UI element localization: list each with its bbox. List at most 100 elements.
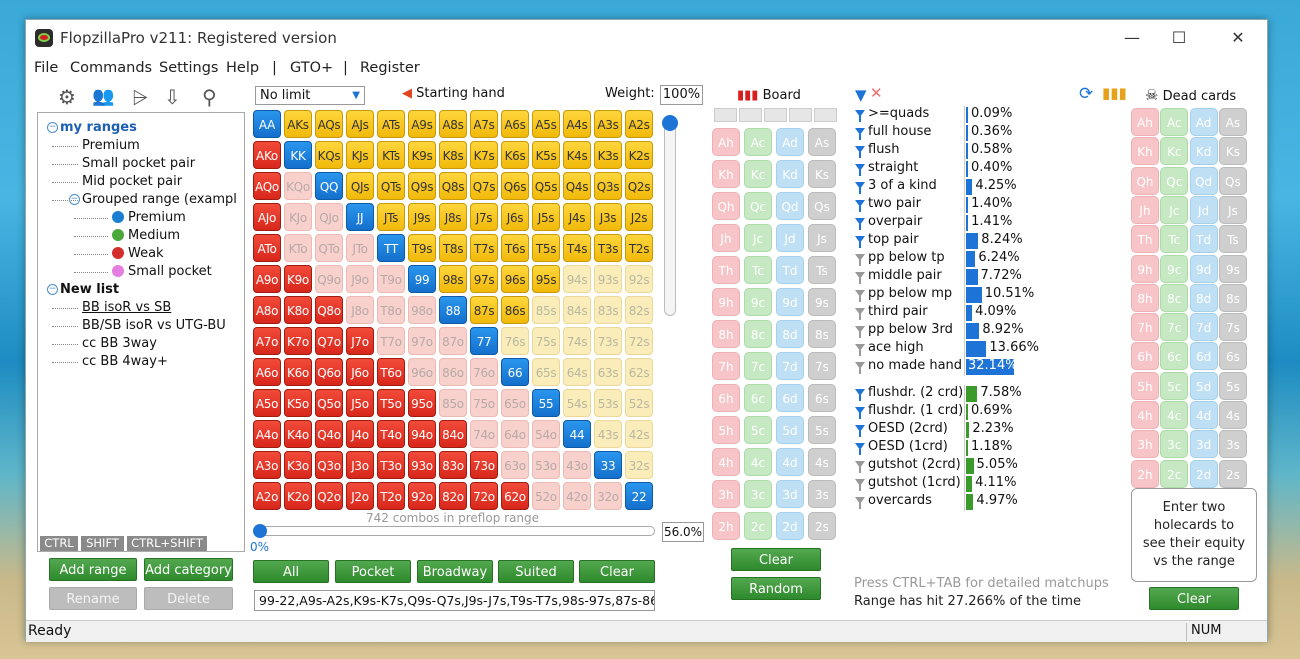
limit-select[interactable]: No limit ▼ bbox=[255, 86, 365, 105]
hand-cell[interactable]: T4s bbox=[563, 234, 591, 262]
hand-cell[interactable]: 44 bbox=[563, 420, 591, 448]
card-6s[interactable]: 6s bbox=[808, 384, 836, 412]
hand-cell[interactable]: 96s bbox=[501, 265, 529, 293]
filter-icon[interactable] bbox=[855, 479, 865, 491]
tree-item[interactable]: Medium bbox=[38, 227, 244, 245]
stat-row[interactable]: OESD (2crd) 2.23% bbox=[852, 421, 1052, 439]
stat-row[interactable]: no made hand 32.14% bbox=[852, 358, 1052, 376]
maximize-button[interactable]: ☐ bbox=[1164, 26, 1194, 50]
hand-cell[interactable]: A6o bbox=[253, 358, 281, 386]
clear-board-button[interactable]: Clear bbox=[731, 548, 821, 571]
hand-cell[interactable]: 87s bbox=[470, 296, 498, 324]
hand-cell[interactable]: 55 bbox=[532, 389, 560, 417]
card-Qc[interactable]: Qc bbox=[744, 192, 772, 220]
filter-icon[interactable] bbox=[855, 164, 865, 176]
suited-button[interactable]: Suited bbox=[498, 560, 574, 583]
tree-item[interactable]: Mid pocket pair bbox=[38, 173, 244, 191]
hand-cell[interactable]: 93o bbox=[408, 451, 436, 479]
card-3c[interactable]: 3c bbox=[1160, 430, 1189, 459]
hand-cell[interactable]: A4o bbox=[253, 420, 281, 448]
hand-cell[interactable]: T6o bbox=[377, 358, 405, 386]
card-2d[interactable]: 2d bbox=[1189, 459, 1218, 488]
card-9s[interactable]: 9s bbox=[1218, 254, 1247, 283]
hand-cell[interactable]: 72s bbox=[625, 327, 653, 355]
card-7c[interactable]: 7c bbox=[1160, 313, 1189, 342]
stat-row[interactable]: third pair 4.09% bbox=[852, 304, 1052, 322]
hand-cell[interactable]: 92s bbox=[625, 265, 653, 293]
stat-row[interactable]: flush 0.58% bbox=[852, 142, 1052, 160]
menu-help[interactable]: Help bbox=[226, 60, 259, 76]
card-4s[interactable]: 4s bbox=[1218, 401, 1247, 429]
card-6c[interactable]: 6c bbox=[1160, 342, 1189, 371]
card-Ad[interactable]: Ad bbox=[776, 128, 804, 156]
card-Jh[interactable]: Jh bbox=[1131, 195, 1159, 224]
hand-cell[interactable]: K3o bbox=[284, 451, 312, 479]
hand-cell[interactable]: Q3o bbox=[315, 451, 343, 479]
stat-row[interactable]: 3 of a kind 4.25% bbox=[852, 178, 1052, 196]
hand-cell[interactable]: K6s bbox=[501, 141, 529, 169]
hand-cell[interactable]: QJs bbox=[346, 172, 374, 200]
weight-slider-track[interactable] bbox=[664, 116, 676, 316]
hand-cell[interactable]: 98s bbox=[439, 265, 467, 293]
filter-icon[interactable] bbox=[855, 290, 865, 302]
card-2c[interactable]: 2c bbox=[1160, 459, 1189, 488]
tree-item[interactable]: Weak bbox=[38, 245, 244, 263]
gear-icon[interactable]: ⚙ bbox=[58, 86, 76, 108]
filter-icon[interactable]: ▼ bbox=[855, 86, 867, 104]
card-2d[interactable]: 2d bbox=[776, 512, 804, 540]
card-Js[interactable]: Js bbox=[1218, 195, 1247, 224]
hand-cell[interactable]: 82s bbox=[625, 296, 653, 324]
hand-cell[interactable]: KTo bbox=[284, 234, 312, 262]
hand-cell[interactable]: 62s bbox=[625, 358, 653, 386]
filter-icon[interactable] bbox=[855, 218, 865, 230]
hand-cell[interactable]: T7o bbox=[377, 327, 405, 355]
card-Tc[interactable]: Tc bbox=[1160, 225, 1189, 254]
hand-cell[interactable]: 83s bbox=[594, 296, 622, 324]
hand-cell[interactable]: T9o bbox=[377, 265, 405, 293]
hand-cell[interactable]: 86o bbox=[439, 358, 467, 386]
hand-cell[interactable]: 22 bbox=[625, 482, 653, 510]
hand-cell[interactable]: T8o bbox=[377, 296, 405, 324]
card-Qh[interactable]: Qh bbox=[712, 192, 740, 220]
range-slider-handle[interactable] bbox=[253, 524, 267, 538]
tree-item[interactable]: Premium bbox=[38, 137, 244, 155]
filter-icon[interactable] bbox=[855, 389, 865, 401]
rename-button[interactable]: Rename bbox=[49, 587, 137, 610]
pocket-button[interactable]: Pocket bbox=[335, 560, 411, 583]
hand-cell[interactable]: J6o bbox=[346, 358, 374, 386]
add-category-button[interactable]: Add category bbox=[144, 558, 233, 581]
stat-row[interactable]: two pair 1.40% bbox=[852, 196, 1052, 214]
hand-cell[interactable]: 84s bbox=[563, 296, 591, 324]
card-3h[interactable]: 3h bbox=[712, 480, 740, 508]
card-8h[interactable]: 8h bbox=[1131, 283, 1159, 312]
hand-cell[interactable]: J9s bbox=[408, 203, 436, 231]
hand-cell[interactable]: K2o bbox=[284, 482, 312, 510]
hand-cell[interactable]: J6s bbox=[501, 203, 529, 231]
hand-cell[interactable]: 76o bbox=[470, 358, 498, 386]
stat-row[interactable]: >=quads 0.09% bbox=[852, 106, 1052, 124]
card-3c[interactable]: 3c bbox=[744, 480, 772, 508]
stat-row[interactable]: pp below tp 6.24% bbox=[852, 250, 1052, 268]
hand-cell[interactable]: 93s bbox=[594, 265, 622, 293]
hand-cell[interactable]: J2o bbox=[346, 482, 374, 510]
card-5s[interactable]: 5s bbox=[808, 416, 836, 444]
card-5c[interactable]: 5c bbox=[744, 416, 772, 444]
tree-item[interactable]: BB isoR vs SB bbox=[38, 299, 244, 317]
hand-cell[interactable]: 95s bbox=[532, 265, 560, 293]
clear-range-button[interactable]: Clear bbox=[579, 560, 655, 583]
weight-input[interactable]: 100% bbox=[660, 85, 703, 105]
card-8c[interactable]: 8c bbox=[1160, 283, 1189, 312]
card-Kd[interactable]: Kd bbox=[1189, 137, 1218, 166]
hand-cell[interactable]: JJ bbox=[346, 203, 374, 231]
hand-cell[interactable]: 92o bbox=[408, 482, 436, 510]
card-Kc[interactable]: Kc bbox=[1160, 137, 1189, 166]
hand-cell[interactable]: J7s bbox=[470, 203, 498, 231]
card-Kc[interactable]: Kc bbox=[744, 160, 772, 188]
hand-cell[interactable]: A9o bbox=[253, 265, 281, 293]
stat-row[interactable]: flushdr. (2 crd) 7.58% bbox=[852, 385, 1052, 403]
hand-cell[interactable]: Q2o bbox=[315, 482, 343, 510]
card-8d[interactable]: 8d bbox=[776, 320, 804, 348]
hand-cell[interactable]: 54o bbox=[532, 420, 560, 448]
hand-cell[interactable]: T3s bbox=[594, 234, 622, 262]
hand-cell[interactable]: T5s bbox=[532, 234, 560, 262]
